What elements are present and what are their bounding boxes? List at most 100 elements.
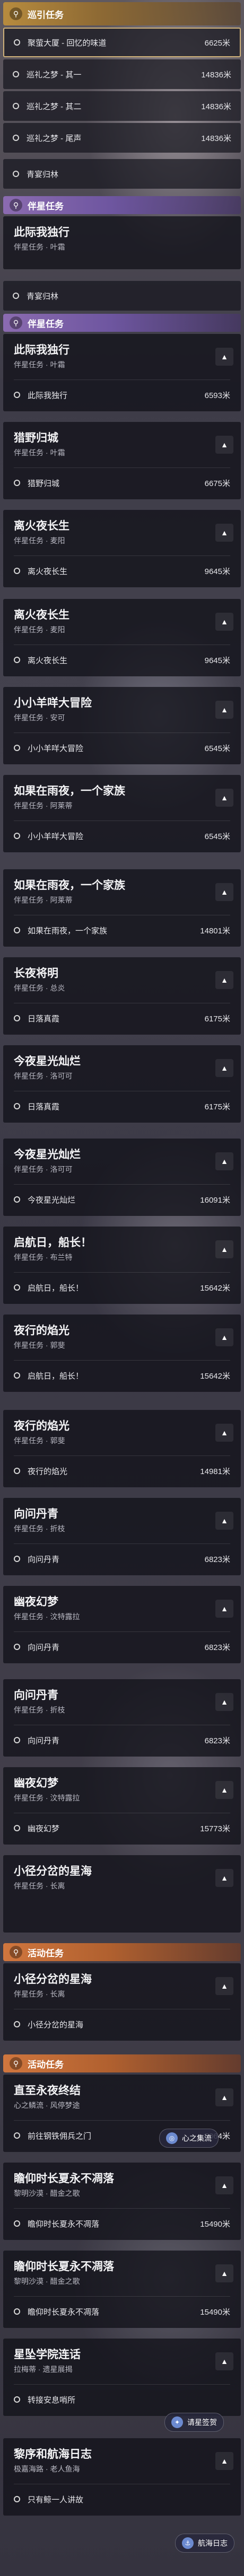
quest-step[interactable]: 小径分岔的星海 <box>14 2011 230 2037</box>
quest-card-expanded[interactable]: 猎野归城 伴星任务 · 叶霜 ▲ 猎野归城 6675米 <box>3 422 241 499</box>
quest-step[interactable]: 离火夜长生 9645米 <box>14 558 230 584</box>
quest-card-expanded[interactable]: 如果在雨夜，一个家族 伴星任务 · 阿莱蒂 ▲ 如果在雨夜，一个家族 14801… <box>3 869 241 947</box>
chevron-up-icon[interactable]: ▲ <box>215 2452 233 2470</box>
quest-step[interactable]: 转接安息哨所 <box>14 2386 230 2413</box>
quest-card-expanded[interactable]: 长夜将明 伴星任务 · 总炎 ▲ 日落真霞 6175米 <box>3 957 241 1035</box>
quest-step[interactable]: 离火夜长生 9645米 <box>14 647 230 673</box>
chevron-up-icon[interactable]: ▲ <box>215 1781 233 1799</box>
quest-subtitle: 伴星任务 · 叶霜 <box>14 360 65 369</box>
quest-subtitle: 伴星任务 · 布兰特 <box>14 1253 73 1261</box>
chevron-up-icon[interactable]: ▲ <box>215 1240 233 1258</box>
quest-card-expanded[interactable]: 小径分岔的星海 伴星任务 · 长离 ▲ <box>3 1855 241 1933</box>
quest-title: 夜行的焰光 <box>14 1420 69 1432</box>
pick-quest-button[interactable]: ✦ 请星签贺 <box>164 2413 224 2432</box>
quest-card-expanded[interactable]: 小小羊咩大冒险 伴星任务 · 安可 ▲ 小小羊咩大冒险 6545米 <box>3 687 241 764</box>
quest-step[interactable]: 瞻仰时长夏永不凋落 15490米 <box>14 2210 230 2237</box>
quest-card-expanded[interactable]: 瞻仰时长夏永不凋落 黎明沙漠 · 醋金之歌 ▲ 瞻仰时长夏永不凋落 15490米 <box>3 2251 241 2328</box>
chevron-up-icon[interactable]: ▲ <box>215 1424 233 1442</box>
quest-step[interactable]: 幽夜幻梦 15773米 <box>14 1815 230 1841</box>
quest-step[interactable]: 夜行的焰光 14981米 <box>14 1458 230 1484</box>
trail-row-4[interactable]: 巡礼之梦 - 尾声 14836米 <box>3 123 241 153</box>
chevron-up-icon[interactable]: ▲ <box>215 883 233 901</box>
quest-card-expanded[interactable]: 瞻仰时长夏永不凋落 黎明沙漠 · 醋金之歌 ▲ 瞻仰时长夏永不凋落 15490米 <box>3 2163 241 2240</box>
quest-step[interactable]: 此际我独行 6593米 <box>14 382 230 408</box>
quest-step[interactable]: 启航日，船长！ 15642米 <box>14 1362 230 1389</box>
trail-row-6[interactable]: 青宴归林 <box>3 281 241 311</box>
quest-card-expanded[interactable]: 向问丹青 伴星任务 · 折枝 ▲ 向问丹青 6823米 <box>3 1498 241 1575</box>
chevron-up-icon[interactable]: ▲ <box>215 348 233 366</box>
chevron-up-icon[interactable]: ▲ <box>215 2264 233 2282</box>
quest-step[interactable]: 今夜星光灿烂 16091米 <box>14 1186 230 1213</box>
quest-card-expanded[interactable]: 今夜星光灿烂 伴星任务 · 洛可可 ▲ 今夜星光灿烂 16091米 <box>3 1139 241 1216</box>
chevron-up-icon[interactable]: ▲ <box>215 789 233 807</box>
trail-row-5[interactable]: 青宴归林 <box>3 159 241 189</box>
tracker-header-activity[interactable]: ⚲ 活动任务 <box>3 2054 241 2072</box>
quest-title: 猎野归城 <box>14 432 58 444</box>
chevron-up-icon[interactable]: ▲ <box>215 701 233 719</box>
chevron-up-icon[interactable]: ▲ <box>215 613 233 631</box>
quest-title: 直至永夜终结 <box>14 2085 81 2097</box>
tracker-header-trail[interactable]: ⚲ 巡引任务 <box>3 2 241 25</box>
tracker-header-companion[interactable]: ⚲ 伴星任务 <box>3 196 241 214</box>
chevron-up-icon[interactable]: ▲ <box>215 1152 233 1170</box>
quest-step[interactable]: 向问丹青 6823米 <box>14 1634 230 1660</box>
quest-card-expanded[interactable]: 如果在雨夜，一个家族 伴星任务 · 阿莱蒂 ▲ 小小羊咩大冒险 6545米 <box>3 775 241 852</box>
chevron-up-icon[interactable]: ▲ <box>215 1977 233 1995</box>
chevron-up-icon[interactable]: ▲ <box>215 1512 233 1530</box>
quest-step[interactable]: 瞻仰时长夏永不凋落 15490米 <box>14 2298 230 2325</box>
quest-card-expanded[interactable]: 此际我独行 伴星任务 · 叶霜 ▲ 此际我独行 6593米 <box>3 334 241 411</box>
quest-title: 瞻仰时长夏永不凋落 <box>14 2173 114 2185</box>
chevron-up-icon[interactable]: ▲ <box>215 2352 233 2370</box>
quest-step[interactable]: 猎野归城 6675米 <box>14 470 230 496</box>
quest-step[interactable]: 日落真霞 6175米 <box>14 1093 230 1119</box>
quest-step[interactable]: 小小羊咩大冒险 6545米 <box>14 823 230 849</box>
quest-subtitle: 极嘉海路 · 老人鱼海 <box>14 2465 80 2473</box>
quest-card-expanded[interactable]: 离火夜长生 伴星任务 · 麦阳 ▲ 离火夜长生 9645米 <box>3 510 241 587</box>
quest-step[interactable]: 向问丹青 6823米 <box>14 1546 230 1572</box>
target-icon <box>14 2308 20 2315</box>
row-distance: 6625米 <box>204 38 230 48</box>
ship-log-button[interactable]: ⚓ 航海日志 <box>175 2534 234 2553</box>
quest-card-expanded[interactable]: 小径分岔的星海 伴星任务 · 长离 ▲ 小径分岔的星海 <box>3 1963 241 2041</box>
quest-card-expanded[interactable]: 黎序和航海日志 极嘉海路 · 老人鱼海 ▲ 只有鲸一人讲故 <box>3 2438 241 2516</box>
quest-card-expanded[interactable]: 幽夜幻梦 伴星任务 · 汶特露拉 ▲ 幽夜幻梦 15773米 <box>3 1767 241 1845</box>
target-icon <box>13 293 19 299</box>
quest-card-expanded[interactable]: 幽夜幻梦 伴星任务 · 汶特露拉 ▲ 向问丹青 6823米 <box>3 1586 241 1663</box>
quest-step[interactable]: 日落真霞 6175米 <box>14 1005 230 1031</box>
quest-title: 小径分岔的星海 <box>14 1973 92 1986</box>
quest-card-expanded[interactable]: 启航日，船长！ 伴星任务 · 布兰特 ▲ 启航日，船长！ 15642米 <box>3 1227 241 1304</box>
trail-row-3[interactable]: 巡礼之梦 - 其二 14836米 <box>3 91 241 121</box>
chevron-up-icon[interactable]: ▲ <box>215 1869 233 1887</box>
quest-title: 今夜星光灿烂 <box>14 1149 81 1161</box>
trail-row-1[interactable]: 聚萤大厦 - 回忆的味道 6625米 <box>3 28 241 57</box>
quest-card-expanded[interactable]: 向问丹青 伴星任务 · 折枝 ▲ 向问丹青 6823米 <box>3 1679 241 1757</box>
chevron-up-icon[interactable]: ▲ <box>215 2088 233 2106</box>
chevron-up-icon[interactable]: ▲ <box>215 1600 233 1618</box>
quest-step[interactable]: 启航日，船长！ 15642米 <box>14 1274 230 1301</box>
chevron-up-icon[interactable]: ▲ <box>215 2176 233 2194</box>
quest-card-expanded[interactable]: 星坠学院连话 拉梅蒂 · 遗星展揭 ▲ 转接安息哨所 <box>3 2339 241 2416</box>
chevron-up-icon[interactable]: ▲ <box>215 524 233 542</box>
tracker-header-label: 活动任务 <box>28 2059 64 2070</box>
quest-step[interactable]: 只有鲸一人讲故 <box>14 2486 230 2512</box>
map-shortcut-button[interactable]: ◎ 心之集流 <box>159 2129 219 2148</box>
chevron-up-icon[interactable]: ▲ <box>215 971 233 989</box>
quest-card-expanded[interactable]: 离火夜长生 伴星任务 · 麦阳 ▲ 离火夜长生 9645米 <box>3 599 241 676</box>
trail-row-2[interactable]: 巡礼之梦 - 其一 14836米 <box>3 59 241 89</box>
quest-card-expanded[interactable]: 夜行的焰光 伴星任务 · 郭斐 ▲ 启航日，船长！ 15642米 <box>3 1315 241 1392</box>
quest-card-expanded[interactable]: 今夜星光灿烂 伴星任务 · 洛可可 ▲ 日落真霞 6175米 <box>3 1045 241 1123</box>
tracker-header-companion[interactable]: ⚲ 伴星任务 <box>3 314 241 332</box>
chevron-up-icon[interactable]: ▲ <box>215 1328 233 1346</box>
tracker-header-activity[interactable]: ⚲ 活动任务 <box>3 1943 241 1961</box>
chevron-up-icon[interactable]: ▲ <box>215 1693 233 1711</box>
quest-card-expanded[interactable]: 夜行的焰光 伴星任务 · 郭斐 ▲ 夜行的焰光 14981米 <box>3 1410 241 1487</box>
quest-card[interactable]: 此际我独行 伴星任务 · 叶霜 <box>3 216 241 269</box>
divider <box>14 1543 230 1544</box>
quest-step[interactable]: 小小羊咩大冒险 6545米 <box>14 735 230 761</box>
chevron-up-icon[interactable]: ▲ <box>215 1059 233 1077</box>
target-icon <box>14 480 20 486</box>
quest-step[interactable]: 如果在雨夜，一个家族 14801米 <box>14 917 230 943</box>
quest-step[interactable]: 向问丹青 6823米 <box>14 1727 230 1753</box>
chevron-up-icon[interactable]: ▲ <box>215 436 233 454</box>
target-icon <box>14 2132 20 2139</box>
